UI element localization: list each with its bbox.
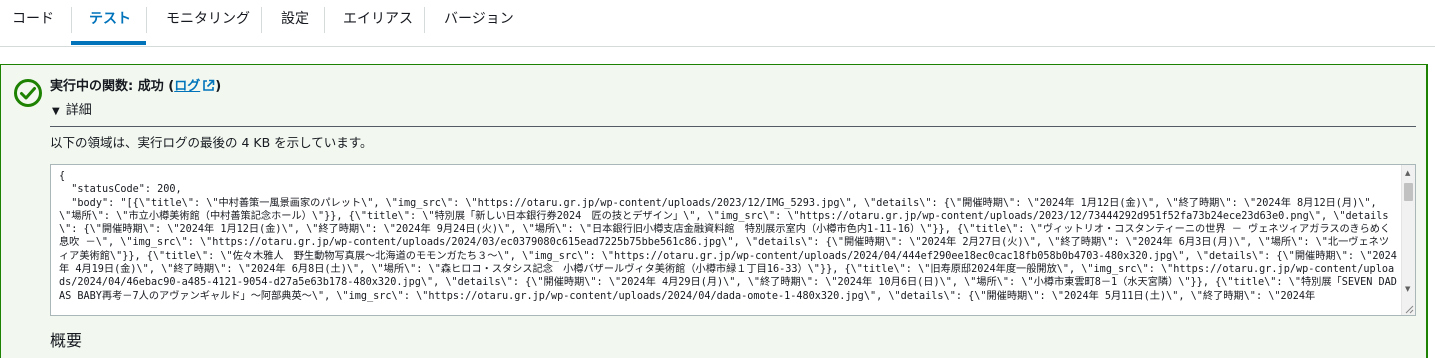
details-divider bbox=[50, 126, 1416, 127]
tab-aliases[interactable]: エイリアス bbox=[343, 0, 413, 46]
tab-separator bbox=[424, 7, 425, 33]
caret-down-icon: ▼ bbox=[52, 106, 60, 117]
details-label: 詳細 bbox=[65, 103, 92, 118]
success-check-icon bbox=[14, 79, 42, 107]
scroll-thumb[interactable] bbox=[1404, 183, 1413, 201]
log-link-label: ログ bbox=[174, 79, 201, 94]
tab-bar: コード テスト モニタリング 設定 エイリアス バージョン bbox=[0, 0, 1435, 47]
tab-separator bbox=[146, 7, 147, 33]
tab-code[interactable]: コード bbox=[12, 0, 54, 46]
execution-status-title: 実行中の関数: 成功 (ログ) bbox=[50, 78, 221, 96]
scroll-down-arrow-icon[interactable]: ▼ bbox=[1405, 285, 1410, 293]
tab-separator bbox=[324, 7, 325, 33]
details-toggle[interactable]: ▼ 詳細 bbox=[52, 102, 92, 121]
tab-separator bbox=[261, 7, 262, 33]
overview-heading: 概要 bbox=[50, 331, 83, 350]
tab-versions[interactable]: バージョン bbox=[444, 0, 514, 46]
tab-settings[interactable]: 設定 bbox=[281, 0, 309, 46]
log-output-text: { "statusCode": 200, "body": "[{\"title\… bbox=[59, 171, 1397, 302]
log-note: 以下の領域は、実行ログの最後の 4 KB を示しています。 bbox=[50, 135, 373, 150]
tab-separator bbox=[71, 7, 72, 33]
tab-test[interactable]: テスト bbox=[89, 0, 131, 46]
tab-monitoring[interactable]: モニタリング bbox=[166, 0, 250, 46]
status-title-prefix: 実行中の関数: 成功 ( bbox=[50, 79, 175, 94]
status-title-suffix: ) bbox=[215, 79, 222, 94]
scroll-up-arrow-icon[interactable]: ▲ bbox=[1405, 169, 1410, 177]
active-tab-indicator bbox=[71, 41, 146, 45]
log-scrollbar[interactable]: ▲ ▼ bbox=[1401, 165, 1415, 315]
external-link-icon bbox=[203, 79, 215, 91]
resize-grip-icon[interactable] bbox=[1404, 304, 1414, 314]
log-link[interactable]: ログ bbox=[174, 79, 215, 94]
log-output-box[interactable]: { "statusCode": 200, "body": "[{\"title\… bbox=[50, 164, 1416, 316]
